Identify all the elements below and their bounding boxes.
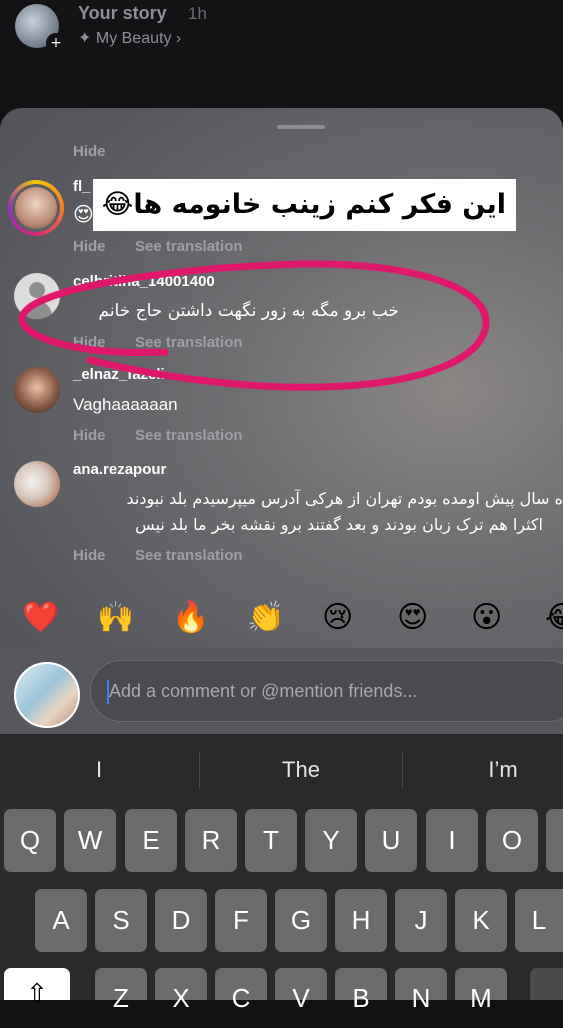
comment-username[interactable]: fl_ — [73, 178, 91, 195]
comment-input[interactable]: Add a comment or @mention friends... — [90, 660, 563, 722]
heart-emoji-button[interactable]: ❤️ — [22, 600, 59, 636]
key-k[interactable]: K — [455, 889, 507, 952]
key-h[interactable]: H — [335, 889, 387, 952]
text-caret — [107, 680, 109, 704]
key-i[interactable]: I — [426, 809, 478, 872]
overlay-caption: این فکر کنم زینب خانومه ها😂 — [93, 179, 516, 231]
key-j[interactable]: J — [395, 889, 447, 952]
key-m[interactable]: M — [455, 968, 507, 1013]
comment-avatar[interactable] — [14, 461, 60, 507]
key-l[interactable]: L — [515, 889, 563, 952]
key-t[interactable]: T — [245, 809, 297, 872]
key-w[interactable]: W — [64, 809, 116, 872]
story-title: Your story — [78, 3, 167, 23]
sheet-drag-handle[interactable] — [277, 125, 325, 129]
key-d[interactable]: D — [155, 889, 207, 952]
surprised-emoji-button[interactable]: 😮 — [471, 600, 502, 636]
see-translation-link[interactable]: See translation — [135, 547, 243, 564]
comment-avatar-ring[interactable] — [8, 180, 64, 236]
user-avatar — [14, 662, 80, 728]
clapping-emoji-button[interactable]: 👏 — [247, 600, 284, 636]
chevron-right-icon: › — [175, 30, 182, 47]
sparkle-icon: ✦ — [78, 30, 92, 47]
key-z[interactable]: Z — [95, 968, 147, 1013]
suggestion-3[interactable]: I’m — [403, 744, 563, 796]
key-e[interactable]: E — [125, 809, 177, 872]
key-b[interactable]: B — [335, 968, 387, 1013]
key-x[interactable]: X — [155, 968, 207, 1013]
backspace-key[interactable] — [530, 968, 563, 1000]
key-s[interactable]: S — [95, 889, 147, 952]
key-u[interactable]: U — [365, 809, 417, 872]
fire-emoji-button[interactable]: 🔥 — [172, 600, 209, 636]
comment-text: 😍 — [73, 202, 94, 226]
crying-emoji-button[interactable]: 😢 — [322, 600, 353, 636]
key-n[interactable]: N — [395, 968, 447, 1013]
key-g[interactable]: G — [275, 889, 327, 952]
suggestion-1[interactable]: I — [0, 744, 198, 796]
heart-eyes-emoji-button[interactable]: 😍 — [397, 600, 428, 636]
key-o[interactable]: O — [486, 809, 538, 872]
suggestion-2[interactable]: The — [200, 744, 402, 796]
key-r[interactable]: R — [185, 809, 237, 872]
hide-link[interactable]: Hide — [73, 427, 106, 444]
comment-username[interactable]: ana.rezapour — [73, 461, 166, 478]
laughing-emoji-button[interactable]: 😂 — [545, 600, 563, 636]
key-y[interactable]: Y — [305, 809, 357, 872]
see-translation-link[interactable]: See translation — [135, 427, 243, 444]
comment-text-line1: ه سال پیش اومده بودم تهران از هرکی آدرس … — [126, 489, 563, 508]
comment-text-line2: اکثرا هم ترک زبان بودند و بعد گفتند برو … — [135, 515, 543, 534]
key-c[interactable]: C — [215, 968, 267, 1013]
beauty-label: My Beauty — [95, 30, 172, 47]
beauty-filter-row[interactable]: ✦ My Beauty › — [78, 28, 181, 48]
story-time: 1h — [188, 4, 207, 23]
hide-link[interactable]: Hide — [73, 143, 106, 160]
key-q[interactable]: Q — [4, 809, 56, 872]
add-story-plus-icon[interactable]: + — [46, 33, 66, 53]
key-p[interactable] — [546, 809, 563, 872]
raised-hands-emoji-button[interactable]: 🙌 — [97, 600, 134, 636]
hide-link[interactable]: Hide — [73, 547, 106, 564]
key-a[interactable]: A — [35, 889, 87, 952]
key-v[interactable]: V — [275, 968, 327, 1013]
shift-key[interactable]: ⇧ — [4, 968, 70, 1008]
key-f[interactable]: F — [215, 889, 267, 952]
highlight-circle-annotation — [18, 260, 490, 391]
